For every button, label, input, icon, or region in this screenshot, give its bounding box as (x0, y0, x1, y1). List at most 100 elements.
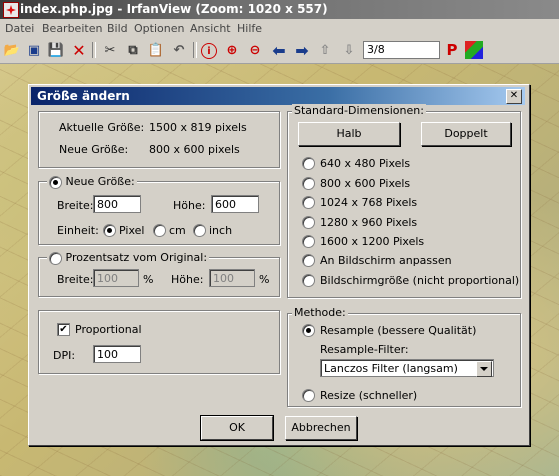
current-size-label: Aktuelle Größe: (59, 121, 145, 134)
method-group: Methode: Resample (bessere Qualität) Res… (287, 306, 521, 407)
cut-icon[interactable]: ✂ (101, 41, 119, 59)
resample-radio[interactable] (302, 324, 315, 337)
standard-dimensions-label: Standard-Dimensionen: (292, 104, 426, 117)
new-size-group: Neue Größe: Breite: 800 Höhe: 600 Einhei… (38, 175, 280, 245)
next-icon[interactable]: ➡ (293, 41, 311, 60)
menu-optionen[interactable]: Optionen (134, 22, 184, 35)
width-input[interactable]: 800 (93, 195, 141, 213)
option-640-label: 640 x 480 Pixels (320, 157, 411, 170)
cancel-button[interactable]: Abbrechen (285, 416, 357, 440)
resize-label: Resize (schneller) (320, 389, 418, 402)
page-number-field[interactable]: 3/8 (363, 41, 440, 59)
percent-radio-label: Prozentsatz vom Original: (65, 251, 208, 264)
last-page-icon[interactable]: ⇩ (340, 41, 358, 59)
unit-inch-label: inch (209, 224, 233, 237)
option-1280-label: 1280 x 960 Pixels (320, 216, 418, 229)
first-page-icon[interactable]: ⇧ (316, 41, 334, 59)
new-size-value: 800 x 600 pixels (149, 143, 240, 156)
option-640-radio[interactable] (302, 157, 315, 170)
unit-pixel-label: Pixel (119, 224, 145, 237)
menu-bild[interactable]: Bild (107, 22, 128, 35)
window-title: index.php.jpg - IrfanView (Zoom: 1020 x … (20, 2, 328, 16)
percent-height-label: Höhe: (171, 273, 204, 286)
percent-height-input[interactable]: 100 (209, 269, 255, 287)
new-size-label: Neue Größe: (59, 143, 129, 156)
dialog-titlebar[interactable]: Größe ändern ✕ (31, 87, 525, 105)
percent-radio-wrapper[interactable]: Prozentsatz vom Original: (47, 251, 210, 265)
chevron-down-icon[interactable] (476, 361, 492, 377)
double-button[interactable]: Doppelt (421, 122, 511, 146)
dpi-input[interactable]: 100 (93, 345, 141, 363)
option-1600-radio[interactable] (302, 235, 315, 248)
zoom-in-icon[interactable]: ⊕ (223, 41, 241, 59)
paste-icon[interactable]: 📋 (147, 41, 165, 59)
resample-label: Resample (bessere Qualität) (320, 324, 477, 337)
undo-icon[interactable]: ↶ (170, 41, 188, 59)
dialog-title: Größe ändern (37, 89, 130, 103)
zoom-out-icon[interactable]: ⊖ (246, 41, 264, 59)
resample-filter-value: Lanczos Filter (langsam) (324, 362, 458, 375)
info-icon[interactable]: i (201, 43, 217, 59)
resize-dialog: Größe ändern ✕ Aktuelle Größe: 1500 x 81… (28, 84, 530, 446)
option-1024-radio[interactable] (302, 196, 315, 209)
plugin-icon[interactable] (465, 41, 483, 59)
percent-height-symbol: % (259, 273, 270, 286)
window-titlebar: index.php.jpg - IrfanView (Zoom: 1020 x … (0, 0, 559, 19)
option-1600-label: 1600 x 1200 Pixels (320, 235, 425, 248)
menu-bar: Datei Bearbeiten Bild Optionen Ansicht H… (0, 19, 559, 38)
option-1280-radio[interactable] (302, 216, 315, 229)
percent-width-symbol: % (143, 273, 154, 286)
size-info-group: Aktuelle Größe: 1500 x 819 pixels Neue G… (38, 111, 280, 168)
unit-cm-label: cm (169, 224, 186, 237)
proportional-group: ✔ Proportional DPI: 100 (38, 310, 280, 374)
option-1024-label: 1024 x 768 Pixels (320, 196, 418, 209)
resample-filter-label: Resample-Filter: (320, 343, 409, 356)
menu-hilfe[interactable]: Hilfe (237, 22, 262, 35)
new-size-radio-wrapper[interactable]: Neue Größe: (47, 175, 137, 189)
screen-size-radio[interactable] (302, 274, 315, 287)
print-icon[interactable]: P (443, 41, 461, 59)
menu-datei[interactable]: Datei (5, 22, 34, 35)
current-size-value: 1500 x 819 pixels (149, 121, 247, 134)
unit-label: Einheit: (57, 224, 99, 237)
unit-pixel-radio[interactable] (103, 224, 116, 237)
percent-radio[interactable] (49, 251, 62, 265)
option-800-radio[interactable] (302, 177, 315, 190)
save-icon[interactable]: 💾 (47, 41, 65, 59)
irfanview-app-icon[interactable] (3, 2, 19, 18)
method-label: Methode: (292, 306, 348, 319)
screen-size-label: Bildschirmgröße (nicht proportional) (320, 274, 520, 287)
toolbar-separator (193, 42, 197, 58)
percent-group: Prozentsatz vom Original: Breite: 100 % … (38, 251, 280, 297)
height-label: Höhe: (173, 199, 206, 212)
resample-filter-select[interactable]: Lanczos Filter (langsam) (320, 359, 494, 377)
option-800-label: 800 x 600 Pixels (320, 177, 411, 190)
slideshow-icon[interactable]: ▣ (25, 41, 43, 59)
delete-icon[interactable]: ✕ (70, 41, 88, 60)
previous-icon[interactable]: ⬅ (270, 41, 288, 60)
fit-screen-label: An Bildschirm anpassen (320, 254, 452, 267)
percent-width-input[interactable]: 100 (93, 269, 139, 287)
standard-dimensions-group: Standard-Dimensionen: Halb Doppelt 640 x… (287, 104, 521, 298)
resize-radio[interactable] (302, 389, 315, 402)
new-size-radio[interactable] (49, 175, 62, 189)
menu-bearbeiten[interactable]: Bearbeiten (42, 22, 102, 35)
new-size-radio-label: Neue Größe: (65, 175, 135, 188)
open-folder-icon[interactable]: 📂 (3, 41, 21, 59)
toolbar-separator (92, 42, 96, 58)
copy-icon[interactable]: ⧉ (124, 41, 142, 59)
height-input[interactable]: 600 (211, 195, 259, 213)
width-label: Breite: (57, 199, 94, 212)
percent-width-label: Breite: (57, 273, 94, 286)
menu-ansicht[interactable]: Ansicht (190, 22, 231, 35)
dpi-label: DPI: (53, 349, 76, 362)
toolbar: 📂 ▣ 💾 ✕ ✂ ⧉ 📋 ↶ i ⊕ ⊖ ⬅ ➡ ⇧ ⇩ P (0, 38, 559, 64)
unit-inch-radio[interactable] (193, 224, 206, 237)
unit-cm-radio[interactable] (153, 224, 166, 237)
fit-screen-radio[interactable] (302, 254, 315, 267)
close-icon[interactable]: ✕ (506, 89, 522, 104)
ok-button[interactable]: OK (200, 415, 274, 441)
proportional-checkbox[interactable]: ✔ (57, 323, 70, 336)
half-button[interactable]: Halb (298, 122, 400, 146)
proportional-label: Proportional (75, 323, 142, 336)
